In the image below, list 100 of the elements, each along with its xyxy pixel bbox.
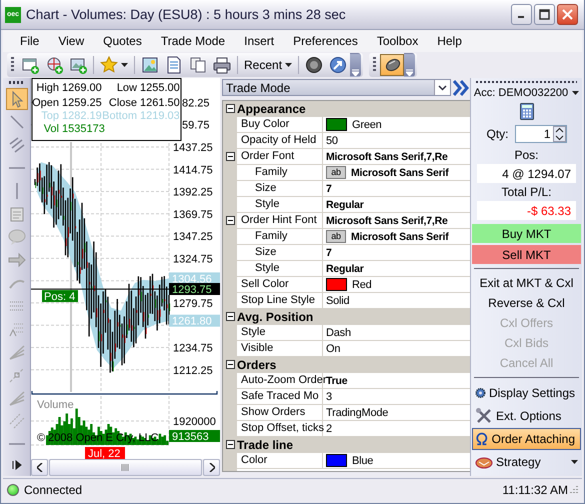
new-window-icon <box>21 56 39 74</box>
print-icon <box>213 56 231 74</box>
menu-item[interactable]: Preferences <box>286 34 366 48</box>
info-value: 1219.03 <box>140 110 180 122</box>
quantity-label: Qty: <box>486 127 508 142</box>
font-preview: ab <box>326 230 346 244</box>
menu-item[interactable]: View <box>51 34 92 48</box>
recent-dropdown[interactable]: Recent <box>241 54 296 76</box>
account-dropdown[interactable]: Acc: DEMO032200 <box>474 87 580 100</box>
property-value[interactable]: Microsoft Sans Serif,7,Re <box>326 150 448 163</box>
price-label: 1437.25 <box>173 142 213 154</box>
overflow-button[interactable] <box>350 53 362 78</box>
collapse-icon[interactable] <box>226 312 234 322</box>
property-value[interactable]: Regular <box>326 262 364 275</box>
pointer-tool[interactable] <box>6 88 28 110</box>
category-header[interactable]: Avg. Position <box>223 309 470 326</box>
mouse-button[interactable] <box>380 54 404 76</box>
property-value[interactable]: TradingMode <box>326 406 388 419</box>
property-value[interactable]: Microsoft Sans Serif <box>351 230 449 243</box>
overflow-icon <box>406 69 414 76</box>
property-name: Stop Offset, ticks <box>237 421 323 436</box>
property-value[interactable]: Solid <box>326 294 350 307</box>
scroll-right-button[interactable] <box>203 459 220 476</box>
collapse-icon[interactable] <box>226 216 234 226</box>
property-value[interactable]: True <box>326 374 348 387</box>
property-value[interactable]: On <box>326 342 340 355</box>
property-value[interactable]: Blue <box>352 454 374 467</box>
price-label: 59.75 <box>182 120 210 132</box>
action-button[interactable]: Reverse & Cxl <box>472 293 581 314</box>
parallel-lines-icon <box>8 136 26 154</box>
menu-item[interactable]: Quotes <box>96 34 150 48</box>
collapse-panel-icon[interactable] <box>452 78 470 97</box>
date-tag: Jul, 22 <box>85 447 125 460</box>
menu-item[interactable]: Insert <box>237 34 282 48</box>
resize-grip-icon[interactable] <box>568 485 578 496</box>
position-value: 4 @ 1294.07 <box>477 164 576 184</box>
panel-tool-button[interactable]: Ext. Options <box>472 405 581 428</box>
property-name: Order Font <box>237 149 323 164</box>
line-icon <box>8 113 26 132</box>
info-value: 1255.00 <box>140 82 180 94</box>
expand-icon[interactable] <box>12 460 22 470</box>
category-dropdown[interactable]: Trade Mode <box>222 79 451 96</box>
maximize-button[interactable] <box>534 4 555 26</box>
scroll-left-button[interactable] <box>31 459 48 476</box>
menu-item[interactable]: Toolbox <box>370 34 426 48</box>
tools-icon <box>475 407 493 426</box>
buy-button[interactable]: Buy MKT <box>472 224 581 244</box>
caret-icon <box>438 84 447 91</box>
panel-tool-button[interactable]: Order Attaching <box>472 428 581 450</box>
sell-button[interactable]: Sell MKT <box>472 245 581 264</box>
category-header[interactable]: Trade line <box>223 437 470 454</box>
vertical-line-icon <box>16 183 18 200</box>
collapse-icon[interactable] <box>226 104 234 114</box>
property-value[interactable]: Red <box>352 278 372 291</box>
globe-plus-icon <box>45 56 63 74</box>
property-value[interactable]: Microsoft Sans Serif,7,Re <box>326 214 448 227</box>
property-value[interactable]: 3 <box>326 390 332 403</box>
price-label: 1324.75 <box>173 254 213 266</box>
property-name: Opacity of Held <box>237 133 323 148</box>
status-time: 11:11:32 AM <box>502 483 568 498</box>
collapse-icon[interactable] <box>226 440 234 450</box>
collapse-icon[interactable] <box>226 360 234 370</box>
property-value[interactable]: 7 <box>326 182 332 195</box>
image-plus-icon <box>69 56 87 74</box>
panel-tool-button[interactable]: Display Settings <box>472 382 581 404</box>
info-label: Low <box>116 82 137 94</box>
menu-item[interactable]: Trade Mode <box>154 34 234 48</box>
property-value[interactable]: Microsoft Sans Serif <box>351 166 449 179</box>
property-name: Sell Color <box>237 277 323 292</box>
category-header[interactable]: Appearance <box>223 101 470 118</box>
property-value[interactable]: 7 <box>326 246 332 259</box>
property-value[interactable]: 50 <box>326 134 338 147</box>
calculator-icon[interactable] <box>520 103 534 120</box>
info-value: 1269.00 <box>62 82 102 94</box>
info-value: 1282.19 <box>62 110 102 122</box>
quantity-spinner[interactable]: 1 <box>514 125 566 144</box>
minimize-button[interactable] <box>511 4 532 26</box>
font-preview: ab <box>326 166 346 180</box>
scrollbar-thumb[interactable] <box>49 459 202 476</box>
property-value[interactable]: Green <box>352 118 382 131</box>
action-button[interactable]: Exit at MKT & Cxl <box>472 273 581 294</box>
price-marker: 1261.80 <box>169 315 220 328</box>
property-value[interactable]: 2 <box>326 422 332 435</box>
menu-item[interactable]: File <box>13 34 48 48</box>
property-value[interactable]: Regular <box>326 198 364 211</box>
diagonal-lines-icon <box>8 412 26 430</box>
property-name: Style <box>237 197 323 212</box>
info-value: 1535173 <box>62 123 105 136</box>
menu-item[interactable]: Help <box>430 34 470 48</box>
horizontal-line-icon <box>8 167 24 170</box>
category-header[interactable]: Orders <box>223 357 470 374</box>
close-button[interactable] <box>557 4 578 26</box>
info-value: 1261.50 <box>140 97 180 110</box>
panel-tool-button[interactable]: Strategy <box>472 451 581 474</box>
property-value[interactable]: Dash <box>326 326 351 339</box>
collapse-icon[interactable] <box>226 152 234 162</box>
overflow-button[interactable] <box>404 53 416 78</box>
price-label: 1347.25 <box>173 232 213 244</box>
overflow-icon <box>352 69 360 76</box>
property-name: Buy Color <box>237 117 323 132</box>
